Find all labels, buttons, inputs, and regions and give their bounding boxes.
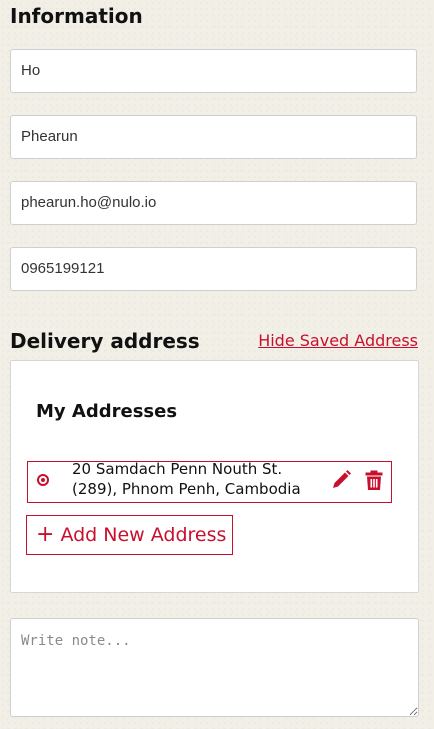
address-item[interactable]: 20 Samdach Penn Nouth St. (289), Phnom P…: [27, 459, 392, 503]
information-heading: Information: [10, 4, 143, 28]
address-line-1: 20 Samdach Penn Nouth St.: [72, 460, 283, 478]
pencil-icon: [333, 470, 351, 488]
delete-address-button[interactable]: [363, 469, 385, 491]
phone-field[interactable]: 0965199121: [10, 247, 417, 291]
first-name-field[interactable]: Ho: [10, 49, 417, 93]
delivery-address-heading: Delivery address: [10, 329, 200, 353]
address-radio[interactable]: [37, 474, 49, 486]
hide-saved-address-link[interactable]: Hide Saved Address: [258, 331, 418, 350]
plus-icon: +: [36, 522, 55, 547]
add-new-address-button[interactable]: + Add New Address: [26, 515, 233, 555]
address-line-2: (289), Phnom Penh, Cambodia: [72, 480, 301, 498]
email-field[interactable]: phearun.ho@nulo.io: [10, 181, 417, 225]
last-name-field[interactable]: Phearun: [10, 115, 417, 159]
note-textarea[interactable]: [10, 618, 419, 717]
trash-icon: [365, 470, 383, 490]
edit-address-button[interactable]: [330, 469, 352, 491]
saved-addresses-card: My Addresses 20 Samdach Penn Nouth St. (…: [10, 360, 419, 593]
my-addresses-title: My Addresses: [36, 401, 178, 422]
address-text: 20 Samdach Penn Nouth St. (289), Phnom P…: [72, 459, 322, 499]
add-new-address-label: Add New Address: [60, 524, 227, 546]
